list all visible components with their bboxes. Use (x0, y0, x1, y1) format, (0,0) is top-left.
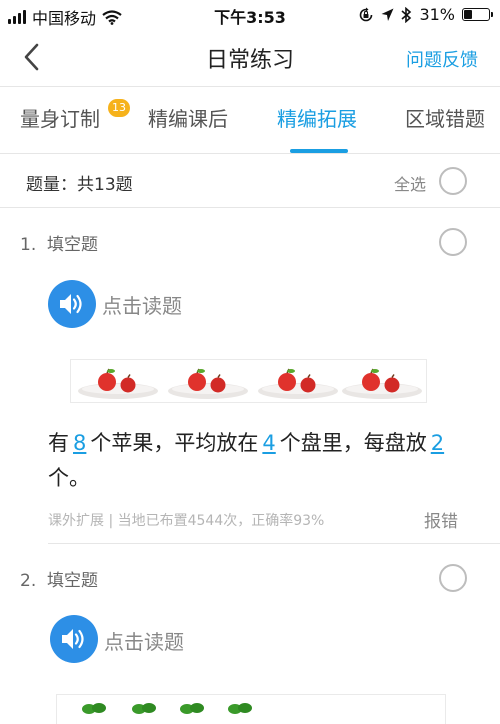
category-tabs: 量身订制 13 精编课后 精编拓展 区域错题 (0, 86, 500, 154)
read-aloud-button[interactable] (48, 280, 96, 328)
plate-with-apples-icon (258, 368, 338, 399)
question-2-illustration (56, 694, 446, 724)
question-2-checkbox[interactable] (439, 564, 467, 592)
battery-icon (462, 8, 493, 21)
battery-level (464, 10, 473, 19)
tab-extension[interactable]: 精编拓展 (277, 103, 357, 132)
select-all-checkbox[interactable] (439, 167, 467, 195)
plant-icon (132, 703, 156, 714)
status-right: 31% (358, 5, 493, 24)
question-1-header: 1. 填空题 (20, 230, 98, 255)
tab-regional-mistakes[interactable]: 区域错题 (405, 103, 485, 132)
plant-icon (180, 703, 204, 714)
read-aloud-label[interactable]: 点击读题 (104, 626, 184, 655)
question-type: 填空题 (47, 235, 99, 255)
apples-on-plates-illustration (70, 359, 427, 403)
question-1-text: 有 8 个苹果，平均放在 4 个盘里，每盘放 2 个。 (48, 426, 468, 496)
question-number: 1. (20, 235, 37, 255)
feedback-button[interactable]: 问题反馈 (406, 46, 478, 72)
question-text-part: 个苹果，平均放在 (90, 431, 259, 455)
tab-custom[interactable]: 量身订制 (20, 103, 100, 132)
question-2-header: 2. 填空题 (20, 566, 98, 591)
speaker-icon (62, 629, 84, 649)
question-count-row: 题量：共13题 全选 (0, 154, 500, 208)
read-aloud-button[interactable] (50, 615, 98, 663)
tab-custom-badge: 13 (108, 99, 130, 117)
question-divider (48, 543, 500, 544)
question-1-stats: 课外扩展 | 当地已布置4544次，正确率93% (48, 513, 325, 529)
active-tab-indicator (290, 149, 348, 153)
report-error-button[interactable]: 报错 (424, 507, 458, 532)
location-icon (381, 8, 394, 21)
bluetooth-icon (401, 6, 412, 23)
question-text-part: 有 (48, 431, 69, 455)
navigation-bar: 日常练习 问题反馈 (0, 30, 500, 86)
answer-blank[interactable]: 8 (69, 431, 90, 455)
read-aloud-label[interactable]: 点击读题 (102, 290, 182, 319)
select-all-label[interactable]: 全选 (394, 171, 426, 195)
battery-percent: 31% (419, 5, 455, 24)
question-number: 2. (20, 571, 37, 591)
speaker-icon (60, 294, 82, 314)
tab-after-class[interactable]: 精编课后 (148, 103, 228, 132)
question-text-part: 个。 (48, 466, 90, 490)
plate-with-apples-icon (78, 368, 158, 399)
plant-icon (82, 703, 106, 714)
plate-with-apples-icon (342, 368, 422, 399)
plant-icon (228, 703, 252, 714)
rotation-lock-icon (360, 7, 373, 21)
question-text-part: 个盘里，每盘放 (279, 431, 427, 455)
question-count: 题量：共13题 (26, 175, 133, 195)
plate-with-apples-icon (168, 368, 248, 399)
answer-blank[interactable]: 4 (258, 431, 279, 455)
answer-blank[interactable]: 2 (427, 431, 448, 455)
status-bar: 中国移动 下午3:53 31% (0, 0, 500, 30)
question-type: 填空题 (47, 571, 99, 591)
question-1-checkbox[interactable] (439, 228, 467, 256)
